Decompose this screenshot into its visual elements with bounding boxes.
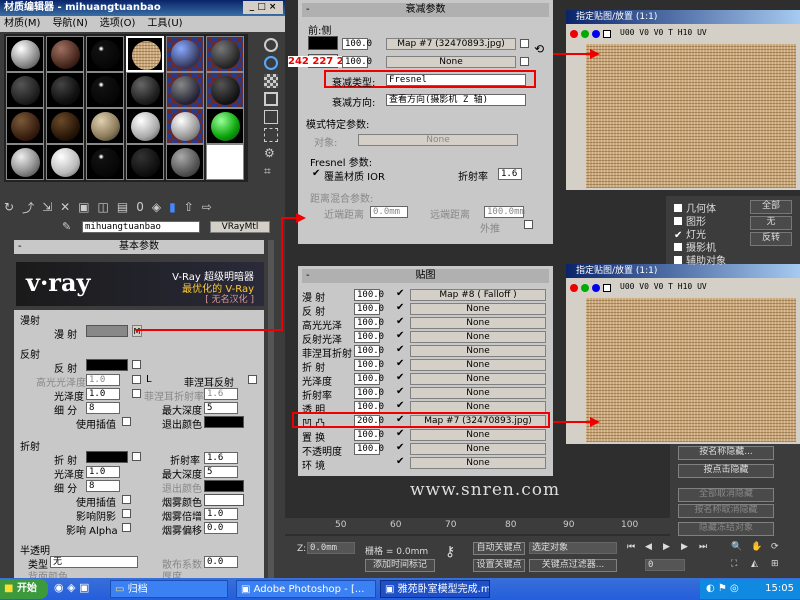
folder-label: 归档 — [127, 584, 148, 595]
tick-label: 70 — [445, 520, 457, 530]
windows-logo-icon: ■ — [4, 583, 14, 594]
arrow-falloff-head — [590, 49, 600, 59]
start-button[interactable]: ■ 开始 — [0, 579, 48, 599]
taskbar-item-3dsmax[interactable]: ▣ 雅苑卧室模型完成.ma... — [380, 580, 490, 598]
annotation-arrows — [136, 49, 600, 427]
photoshop-icon: ▣ — [241, 584, 251, 595]
frame-field[interactable]: 0 — [645, 559, 685, 571]
next-frame-icon[interactable]: ▶ — [681, 542, 688, 552]
arrow-bump-head — [590, 417, 600, 427]
z-field[interactable]: 0.0mm — [307, 542, 355, 554]
timeline-bar: 50 60 70 80 90 100 — [285, 518, 675, 534]
tick-label: 100 — [621, 520, 639, 530]
add-time-tag-button[interactable]: 添加时间标记 — [365, 559, 435, 572]
tick-label: 60 — [390, 520, 402, 530]
watermark: www.snren.com — [410, 480, 561, 500]
tray-icons[interactable]: ◐ ⚑ ◎ — [700, 583, 739, 594]
zoom-extents-icon[interactable]: ⊞ — [771, 559, 779, 569]
auto-key-button[interactable]: 自动关键点 — [473, 542, 525, 555]
arrow-diffuse-head — [296, 213, 306, 223]
taskbar-item-folder[interactable]: ▭ 归档 — [110, 580, 228, 598]
arrow-diffuse — [136, 217, 300, 331]
key-icon[interactable]: ⚷ — [445, 544, 455, 560]
folder-icon: ▭ — [115, 584, 125, 595]
set-key-button[interactable]: 设置关键点 — [473, 559, 525, 572]
clock: 15:05 — [765, 583, 794, 594]
goto-start-icon[interactable]: ⏮ — [627, 542, 635, 552]
tick-label: 50 — [335, 520, 347, 530]
system-tray: ◐ ⚑ ◎ 15:05 — [700, 579, 800, 599]
max-icon: ▣ — [385, 584, 395, 595]
tick-label: 90 — [563, 520, 575, 530]
grid-readout: 栅格 = 0.0mm — [365, 547, 429, 557]
orbit-icon[interactable]: ⟳ — [771, 542, 779, 552]
max-label: 雅苑卧室模型完成.ma... — [397, 584, 490, 595]
play-icon[interactable]: ▶ — [663, 542, 670, 552]
tick-label: 80 — [505, 520, 517, 530]
quicklaunch-icons[interactable]: ◉ ◈ ▣ — [54, 581, 89, 594]
prev-frame-icon[interactable]: ◀ — [645, 542, 652, 552]
field-of-view-icon[interactable]: ◭ — [751, 559, 758, 569]
z-label: Z: — [297, 544, 307, 554]
taskbar-item-photoshop[interactable]: ▣ Adobe Photoshop - [... — [236, 580, 376, 598]
start-label: 开始 — [16, 583, 37, 594]
pan-icon[interactable]: ✋ — [751, 542, 762, 552]
taskbar: ■ 开始 ◉ ◈ ▣ ▭ 归档 ▣ Adobe Photoshop - [...… — [0, 578, 800, 600]
status-bar: Z: 0.0mm 栅格 = 0.0mm ⚷ 自动关键点 选定对象 设置关键点 关… — [285, 536, 800, 578]
goto-end-icon[interactable]: ⏭ — [699, 542, 707, 552]
selection-dropdown[interactable]: 选定对象 — [529, 542, 617, 554]
key-filter-button[interactable]: 关键点过滤器... — [529, 559, 617, 572]
maximize-viewport-icon[interactable]: ⛶ — [731, 559, 737, 569]
zoom-icon[interactable]: 🔍 — [731, 542, 742, 552]
photoshop-label: Adobe Photoshop - [... — [253, 584, 365, 595]
